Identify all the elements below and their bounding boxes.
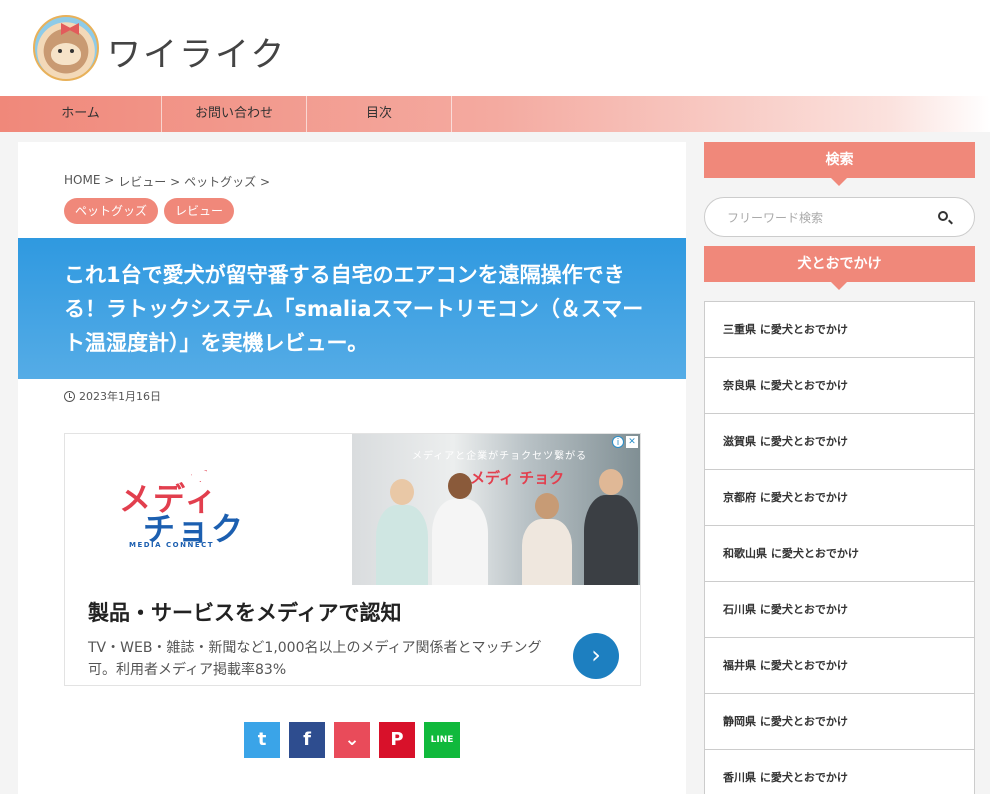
search-heading: 検索 xyxy=(704,142,975,186)
site-header: ワイライク xyxy=(0,0,990,96)
clock-icon xyxy=(64,390,75,402)
pocket-share-button[interactable]: ⌄ xyxy=(334,722,370,758)
dog-face-icon xyxy=(51,43,81,65)
breadcrumb-review[interactable]: レビュー > xyxy=(118,173,180,190)
category-tags: ペットグッズ レビュー xyxy=(64,198,235,224)
tag-pet-goods[interactable]: ペットグッズ xyxy=(64,198,159,224)
breadcrumb-home[interactable]: HOME > xyxy=(64,173,114,190)
twitter-share-button[interactable]: t xyxy=(244,722,280,758)
pinterest-share-button[interactable]: P xyxy=(379,722,415,758)
share-buttons: t f ⌄ P LINE xyxy=(244,722,460,758)
nav-item-toc[interactable]: 目次 xyxy=(307,96,452,132)
nav-item-home[interactable]: ホーム xyxy=(0,96,162,132)
breadcrumb-pet-goods[interactable]: ペットグッズ > xyxy=(184,173,270,190)
search-icon[interactable] xyxy=(938,211,948,221)
sidebar-item-kyoto[interactable]: 京都府 に愛犬とおでかけ xyxy=(705,470,974,526)
sidebar-item-shizuoka[interactable]: 静岡県 に愛犬とおでかけ xyxy=(705,694,974,750)
sidebar-item-ishikawa[interactable]: 石川県 に愛犬とおでかけ xyxy=(705,582,974,638)
search-input[interactable] xyxy=(727,208,927,228)
close-icon[interactable]: ✕ xyxy=(626,436,638,448)
category-list: 三重県 に愛犬とおでかけ 奈良県 に愛犬とおでかけ 滋賀県 に愛犬とおでかけ 京… xyxy=(704,301,975,794)
bow-icon xyxy=(61,23,79,35)
sidebar-item-kagawa[interactable]: 香川県 に愛犬とおでかけ xyxy=(705,750,974,794)
sidebar-item-shiga[interactable]: 滋賀県 に愛犬とおでかけ xyxy=(705,414,974,470)
ad-brand-sub: MEDIA CONNECT xyxy=(129,541,215,549)
eye-icon xyxy=(70,49,74,53)
sidebar-item-mie[interactable]: 三重県 に愛犬とおでかけ xyxy=(705,302,974,358)
sidebar-item-nara[interactable]: 奈良県 に愛犬とおでかけ xyxy=(705,358,974,414)
nav-item-contact[interactable]: お問い合わせ xyxy=(162,96,307,132)
site-logo[interactable] xyxy=(33,15,99,81)
article-title: これ1台で愛犬が留守番する自宅のエアコンを遠隔操作できる！ラトックシステム「sm… xyxy=(64,263,644,355)
sidebar-item-wakayama[interactable]: 和歌山県 に愛犬とおでかけ xyxy=(705,526,974,582)
person-figure xyxy=(522,493,572,585)
ad-description: TV・WEB・雑誌・新聞など1,000名以上のメディア関係者とマッチング可。利用… xyxy=(88,640,542,678)
eye-icon xyxy=(58,49,62,53)
search-box xyxy=(704,197,975,237)
ad-photo: メディアと企業がチョクセツ繋がる メディ チョク i ✕ xyxy=(352,434,640,585)
tag-review[interactable]: レビュー xyxy=(164,198,235,224)
ad-logo-area: メディ チョク MEDIA CONNECT xyxy=(65,434,352,585)
global-nav: ホーム お問い合わせ 目次 xyxy=(0,96,990,132)
ad-headline[interactable]: 製品・サービスをメディアで認知 xyxy=(88,597,402,627)
ad-choices: i ✕ xyxy=(612,436,638,448)
advertisement[interactable]: メディ チョク MEDIA CONNECT メディアと企業がチョクセツ繋がる メ… xyxy=(64,433,641,686)
chevron-right-icon[interactable]: › xyxy=(573,633,619,679)
post-date-text: 2023年1月16日 xyxy=(79,390,161,403)
line-share-button[interactable]: LINE xyxy=(424,722,460,758)
person-figure xyxy=(584,469,638,585)
facebook-share-button[interactable]: f xyxy=(289,722,325,758)
post-date: 2023年1月16日 xyxy=(64,388,161,404)
person-figure xyxy=(432,473,488,585)
article-card: HOME > レビュー > ペットグッズ > ペットグッズ レビュー これ1台で… xyxy=(18,142,686,794)
person-figure xyxy=(376,479,428,585)
ad-photo-caption: メディアと企業がチョクセツ繋がる xyxy=(412,451,588,462)
ad-photo-brand: メディ チョク xyxy=(470,469,565,487)
breadcrumb: HOME > レビュー > ペットグッズ > xyxy=(64,173,270,190)
category-heading: 犬とおでかけ xyxy=(704,246,975,290)
site-title[interactable]: ワイライク xyxy=(107,27,286,76)
info-icon[interactable]: i xyxy=(612,436,624,448)
sidebar-item-fukui[interactable]: 福井県 に愛犬とおでかけ xyxy=(705,638,974,694)
title-band: これ1台で愛犬が留守番する自宅のエアコンを遠隔操作できる！ラトックシステム「sm… xyxy=(18,238,686,379)
